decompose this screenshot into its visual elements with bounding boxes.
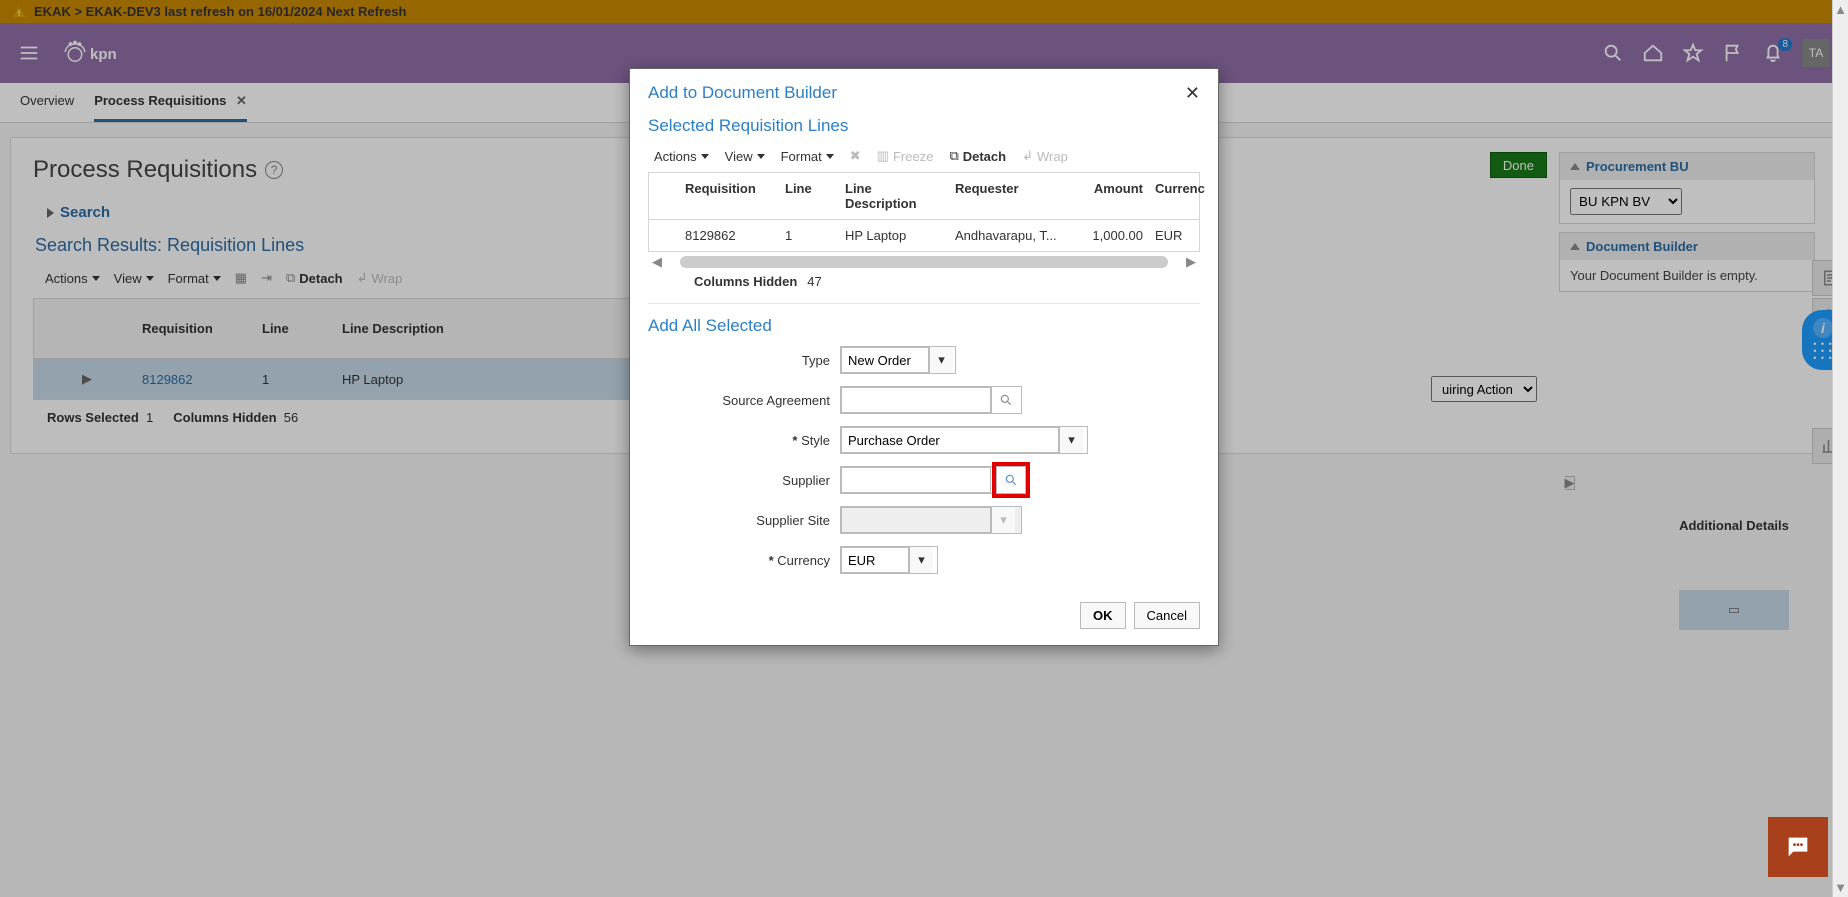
dcol-line-description[interactable]: Line Description — [839, 173, 949, 219]
dlg-freeze-button[interactable]: ▥Freeze — [877, 148, 934, 164]
chevron-down-icon[interactable]: ▾ — [929, 347, 953, 373]
dlg-format-menu[interactable]: Format — [781, 149, 834, 164]
dlg-view-menu[interactable]: View — [725, 149, 765, 164]
style-select[interactable]: ▾ — [840, 426, 1088, 454]
supplier-input[interactable] — [840, 466, 996, 494]
style-label: * Style — [670, 433, 840, 448]
dlg-detach-button[interactable]: ⧉Detach — [949, 148, 1006, 164]
add-form: Type ▾ Source Agreement * Style — [630, 340, 1218, 592]
supplier-search-icon[interactable] — [996, 466, 1026, 494]
chat-fab[interactable] — [1768, 817, 1828, 877]
dcell-req: 8129862 — [679, 220, 779, 251]
dlg-actions-menu[interactable]: Actions — [654, 149, 709, 164]
source-agreement-label: Source Agreement — [670, 393, 840, 408]
currency-select[interactable]: ▾ — [840, 546, 938, 574]
scroll-right-icon[interactable]: ▶ — [1182, 254, 1200, 270]
dialog-toolbar: Actions View Format ✖ ▥Freeze ⧉Detach ↲W… — [630, 140, 1218, 172]
currency-label: * Currency — [670, 553, 840, 568]
close-icon[interactable]: ✕ — [1185, 83, 1200, 104]
chevron-down-icon: ▾ — [991, 507, 1015, 533]
dcell-requester: Andhavarapu, T... — [949, 220, 1069, 251]
chevron-down-icon[interactable]: ▾ — [1059, 427, 1083, 453]
type-select[interactable]: ▾ — [840, 346, 956, 374]
search-icon[interactable] — [991, 387, 1019, 413]
dcell-desc: HP Laptop — [839, 220, 949, 251]
dcol-requester[interactable]: Requester — [949, 173, 1069, 219]
scroll-up-icon[interactable]: ▲ — [1834, 0, 1847, 19]
dialog-subtitle-2: Add All Selected — [630, 310, 1218, 340]
source-agreement-input[interactable] — [840, 386, 1022, 414]
dcol-requisition[interactable]: Requisition — [679, 173, 779, 219]
add-to-document-builder-dialog: Add to Document Builder ✕ Selected Requi… — [629, 68, 1219, 646]
dcell-currency: EUR — [1149, 220, 1209, 251]
supplier-site-select: ▾ — [840, 506, 1022, 534]
dcol-amount[interactable]: Amount — [1069, 173, 1149, 219]
ok-button[interactable]: OK — [1080, 602, 1126, 629]
dlg-delete-icon: ✖ — [850, 148, 861, 164]
dialog-table: Requisition Line Line Description Reques… — [648, 172, 1200, 252]
dcol-line[interactable]: Line — [779, 173, 839, 219]
dialog-subtitle-1: Selected Requisition Lines — [630, 110, 1218, 140]
modal-overlay: Add to Document Builder ✕ Selected Requi… — [0, 0, 1848, 897]
scroll-track[interactable] — [680, 256, 1168, 268]
dcol-currency[interactable]: Currenc — [1149, 173, 1209, 219]
dcell-amount: 1,000.00 — [1069, 220, 1149, 251]
dialog-hscroll[interactable]: ◀ ▶ — [648, 254, 1200, 270]
dlg-wrap-button[interactable]: ↲Wrap — [1022, 148, 1068, 164]
dcell-line: 1 — [779, 220, 839, 251]
supplier-site-label: Supplier Site — [670, 513, 840, 528]
type-label: Type — [670, 353, 840, 368]
dialog-table-row[interactable]: 8129862 1 HP Laptop Andhavarapu, T... 1,… — [649, 220, 1199, 251]
dialog-title: Add to Document Builder — [648, 83, 837, 103]
page-scrollbar[interactable]: ▲ ▼ — [1832, 0, 1848, 897]
supplier-label: Supplier — [670, 473, 840, 488]
scroll-down-icon[interactable]: ▼ — [1834, 878, 1847, 897]
dialog-cols-hidden: Columns Hidden47 — [694, 274, 1200, 289]
cancel-button[interactable]: Cancel — [1134, 602, 1200, 629]
chevron-down-icon[interactable]: ▾ — [909, 547, 933, 573]
scroll-left-icon[interactable]: ◀ — [648, 254, 666, 270]
